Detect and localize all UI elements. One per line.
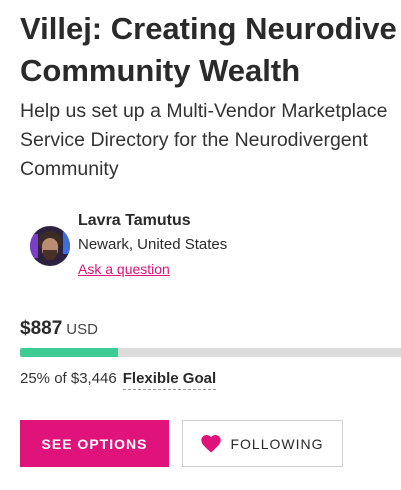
funds-raised: $887 USD [20, 318, 98, 340]
campaign-title-line-2: Community Wealth [20, 53, 301, 88]
following-label: FOLLOWING [230, 435, 324, 452]
campaign-tagline-line-1: Help us set up a Multi-Vendor Marketplac… [20, 100, 388, 122]
campaign-owner: Lavra Tamutus Newark, United States Ask … [30, 210, 390, 280]
goal-type-tooltip[interactable]: Flexible Goal [122, 370, 217, 390]
heart-icon [201, 434, 222, 452]
funding-goal: 25% of $3,446 Flexible Goal [20, 370, 217, 390]
following-button[interactable]: FOLLOWING [182, 420, 343, 467]
funds-amount: $887 [20, 318, 63, 339]
campaign-tagline-line-3: Community [20, 158, 119, 180]
funds-currency: USD [66, 321, 98, 338]
owner-location: Newark, United States [78, 236, 228, 253]
funding-progress-bar [20, 348, 401, 357]
campaign-title: Villej: Creating Neurodive Community Wea… [20, 8, 401, 92]
campaign-title-line-1: Villej: Creating Neurodive [20, 11, 397, 46]
see-options-button[interactable]: SEE OPTIONS [20, 420, 169, 467]
owner-avatar[interactable] [30, 226, 70, 266]
campaign-tagline: Help us set up a Multi-Vendor Marketplac… [20, 97, 401, 184]
funding-progress-fill [20, 348, 118, 357]
owner-name[interactable]: Lavra Tamutus [78, 212, 191, 230]
campaign-tagline-line-2: Service Directory for the Neurodivergent [20, 129, 368, 151]
ask-question-link[interactable]: Ask a question [78, 261, 170, 277]
funding-percent: 25% of $3,446 [20, 370, 117, 387]
